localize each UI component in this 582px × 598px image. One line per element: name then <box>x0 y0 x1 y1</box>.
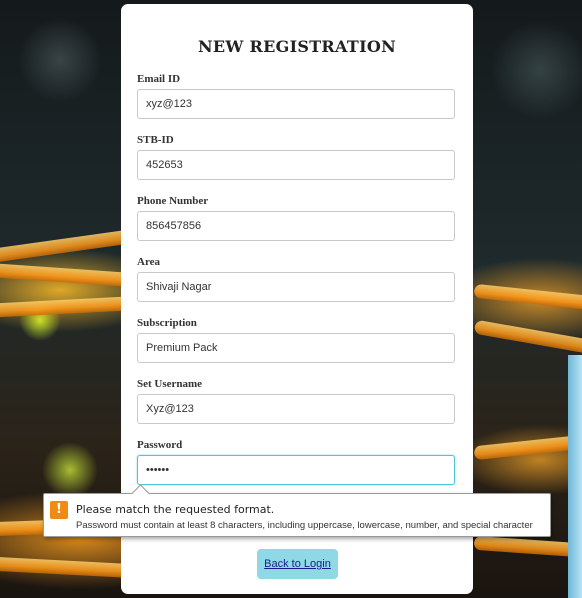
background-cable <box>0 229 131 265</box>
subscription-label: Subscription <box>137 317 197 329</box>
background-cable <box>473 319 582 355</box>
background-cable <box>473 283 582 311</box>
username-field[interactable] <box>137 394 455 424</box>
background-cable-blue <box>568 355 582 598</box>
password-label: Password <box>137 439 183 451</box>
page-title: NEW REGISTRATION <box>197 37 397 56</box>
warning-icon: ! <box>50 501 68 519</box>
back-to-login-button[interactable]: Back to Login <box>257 549 338 579</box>
tooltip-detail: Password must contain at least 8 charact… <box>76 520 533 531</box>
background-cable <box>0 263 131 287</box>
stb-id-label: STB-ID <box>137 134 174 146</box>
username-label: Set Username <box>137 378 203 390</box>
area-label: Area <box>137 256 161 268</box>
background-cable <box>473 433 582 461</box>
phone-field[interactable] <box>137 211 455 241</box>
background-cable <box>473 535 582 559</box>
background-cable <box>0 556 131 578</box>
validation-tooltip: ! Please match the requested format. Pas… <box>43 484 551 537</box>
phone-label: Phone Number <box>137 195 209 207</box>
stb-id-field[interactable] <box>137 150 455 180</box>
background-cable <box>0 296 131 318</box>
email-field[interactable] <box>137 89 455 119</box>
tooltip-title: Please match the requested format. <box>76 503 275 516</box>
email-label: Email ID <box>137 73 181 85</box>
password-field[interactable] <box>137 455 455 485</box>
area-field[interactable] <box>137 272 455 302</box>
subscription-field[interactable] <box>137 333 455 363</box>
